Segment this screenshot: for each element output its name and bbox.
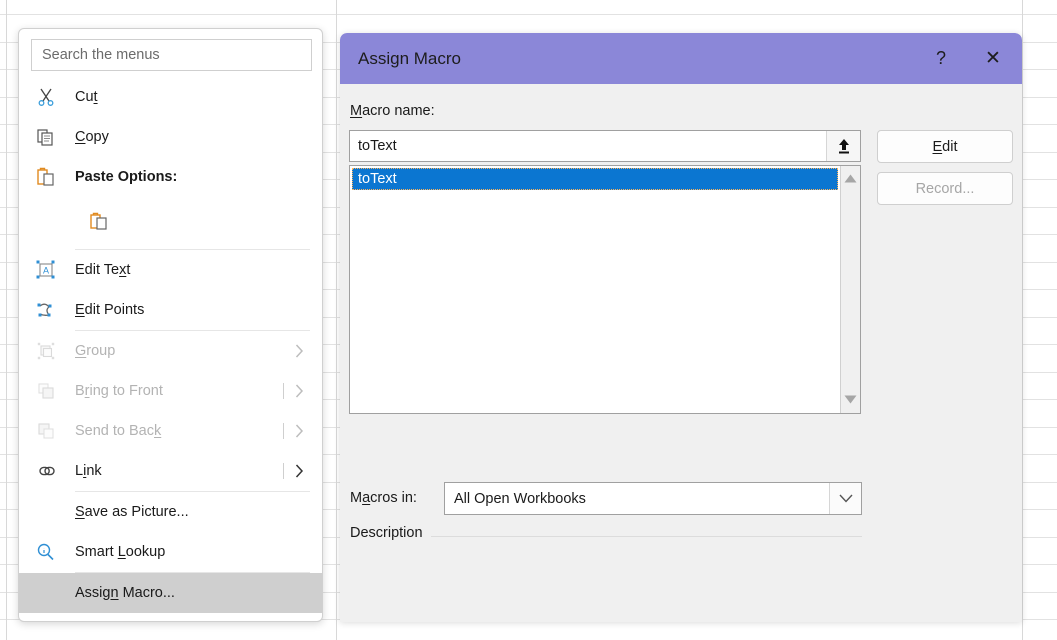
menu-item-smart-lookup[interactable]: Smart Lookup: [19, 532, 322, 572]
menu-item-label: Save as Picture...: [75, 504, 322, 520]
menu-item-link[interactable]: Link: [19, 451, 322, 491]
list-item[interactable]: toText: [352, 168, 838, 190]
menu-item-label: Link: [75, 463, 283, 479]
chevron-right-icon: [283, 423, 304, 439]
macros-in-label: Macros in:: [350, 490, 417, 506]
bring-to-front-icon: [31, 380, 61, 402]
macros-in-label-rest: cros in:: [370, 490, 417, 506]
group-icon: [31, 340, 61, 362]
dialog-body: Macro name: toText toText: [340, 84, 1022, 622]
menu-item-label: Assign Macro...: [75, 585, 322, 601]
chevron-right-icon: [283, 463, 304, 479]
menu-item-label: Send to Back: [75, 423, 283, 439]
triangle-down-icon[interactable]: [844, 391, 857, 409]
menu-item-bring-to-front[interactable]: Bring to Front: [19, 371, 322, 411]
menu-item-label: Cut: [75, 89, 322, 105]
clipboard-icon: [31, 166, 61, 188]
smart-lookup-icon: [31, 541, 61, 563]
macro-list-items: toText: [350, 166, 840, 413]
menu-item-label: Paste Options:: [75, 169, 322, 185]
macro-name-label-rest: acro name:: [362, 103, 435, 119]
assign-macro-dialog: Assign Macro ? ✕ Macro name: toText: [340, 33, 1022, 622]
search-menus-input[interactable]: [31, 39, 312, 71]
grid-row-line: [0, 14, 1057, 15]
menu-item-assign-macro[interactable]: Assign Macro...: [19, 573, 322, 613]
menu-item-label: Smart Lookup: [75, 544, 322, 560]
edit-text-icon: A: [31, 259, 61, 281]
link-icon: [31, 460, 61, 482]
menu-item-paste-keep-source-formatting[interactable]: [19, 197, 322, 249]
upload-arrow-icon[interactable]: [826, 131, 860, 161]
svg-text:A: A: [43, 266, 49, 276]
chevron-right-icon: [283, 383, 304, 399]
macros-in-combobox[interactable]: All Open Workbooks: [444, 482, 862, 515]
chevron-right-icon: [283, 343, 304, 359]
macro-name-label: Macro name:: [350, 103, 435, 119]
menu-item-label: Edit Points: [75, 302, 322, 318]
paste-keep-source-formatting-icon: [89, 211, 109, 236]
macro-name-field[interactable]: toText: [349, 130, 861, 162]
description-label: Description: [350, 525, 431, 541]
record-button[interactable]: Record...: [877, 172, 1013, 205]
menu-item-cut[interactable]: Cut: [19, 77, 322, 117]
dialog-title-bar: Assign Macro ? ✕: [340, 33, 1022, 84]
menu-item-send-to-back[interactable]: Send to Back: [19, 411, 322, 451]
search-the-menus-row: [19, 29, 322, 77]
grid-column-line: [336, 0, 337, 640]
send-to-back-icon: [31, 420, 61, 442]
edit-button-label: Edit: [933, 139, 958, 155]
context-menu: Cut Copy Paste Options: A Edit Text Edit Poin…: [18, 28, 323, 622]
copy-icon: [31, 126, 61, 148]
menu-item-edit-text[interactable]: A Edit Text: [19, 250, 322, 290]
menu-item-save-as-picture[interactable]: Save as Picture...: [19, 492, 322, 532]
triangle-up-icon[interactable]: [844, 170, 857, 188]
menu-item-label: Copy: [75, 129, 322, 145]
menu-item-label: Bring to Front: [75, 383, 283, 399]
menu-item-edit-points[interactable]: Edit Points: [19, 290, 322, 330]
close-icon[interactable]: ✕: [964, 33, 1022, 84]
list-scrollbar[interactable]: [840, 166, 860, 413]
edit-points-icon: [31, 299, 61, 321]
menu-item-group[interactable]: Group: [19, 331, 322, 371]
chevron-down-icon[interactable]: [829, 483, 861, 514]
dialog-title: Assign Macro: [358, 49, 461, 69]
grid-column-line: [1022, 0, 1023, 640]
macro-list-box[interactable]: toText: [349, 165, 861, 414]
menu-item-paste-options[interactable]: Paste Options:: [19, 157, 322, 197]
record-button-label: Record...: [916, 181, 975, 197]
macro-name-value: toText: [350, 138, 826, 154]
scissors-icon: [31, 86, 61, 108]
edit-button[interactable]: Edit: [877, 130, 1013, 163]
grid-column-line: [6, 0, 7, 640]
menu-item-label: Edit Text: [75, 262, 322, 278]
menu-item-copy[interactable]: Copy: [19, 117, 322, 157]
help-icon[interactable]: ?: [918, 33, 964, 84]
menu-item-label: Group: [75, 343, 283, 359]
macros-in-value: All Open Workbooks: [445, 491, 829, 507]
